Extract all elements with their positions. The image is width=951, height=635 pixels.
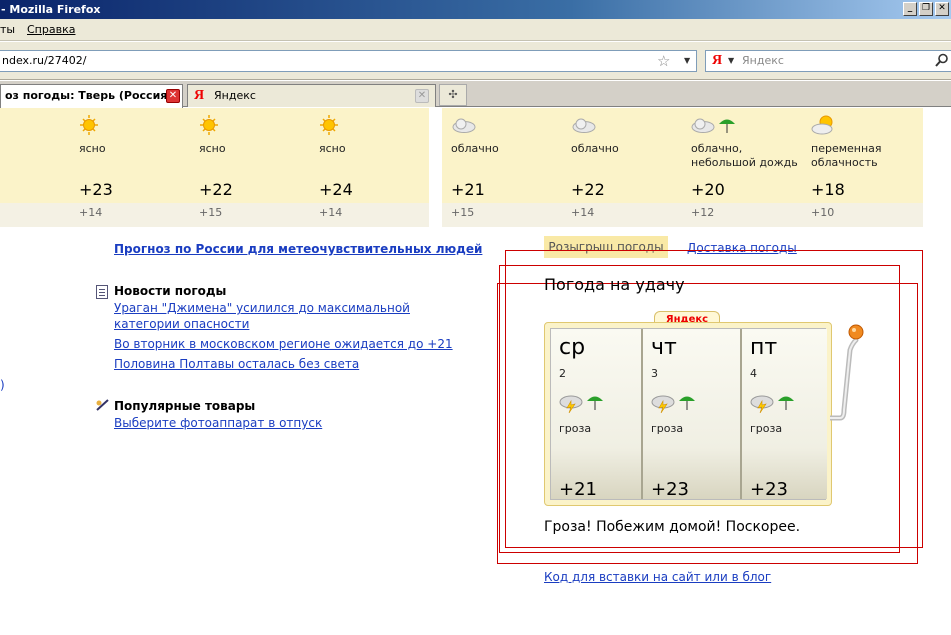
reel-day: чт bbox=[651, 335, 677, 360]
news-link[interactable]: Половина Полтавы осталась без света bbox=[114, 356, 359, 372]
forecast-night-temp: +15 bbox=[199, 206, 223, 219]
search-input[interactable]: Яндекс bbox=[742, 51, 784, 71]
forecast-day-temp: +23 bbox=[79, 180, 113, 199]
forecast-night-temp: +10 bbox=[811, 206, 835, 219]
forecast-day: облачно +22 +14 bbox=[571, 108, 691, 227]
tab-weather[interactable]: оз погоды: Тверь (Россия... ✕ bbox=[0, 84, 183, 108]
tab-yandex[interactable]: Я Яндекс ✕ bbox=[187, 84, 436, 107]
pen-icon bbox=[96, 399, 109, 411]
forecast-day-temp: +18 bbox=[811, 180, 845, 199]
forecast-day-temp: +20 bbox=[691, 180, 725, 199]
forecast-night-temp: +15 bbox=[451, 206, 475, 219]
thunderstorm-icon bbox=[651, 395, 695, 413]
close-button[interactable]: ✕ bbox=[935, 2, 949, 16]
tab-bar: оз погоды: Тверь (Россия... ✕ Я Яндекс ✕… bbox=[0, 81, 951, 108]
cloud-icon bbox=[452, 118, 476, 133]
slot-lever-handle[interactable] bbox=[830, 320, 890, 430]
reel-day: пт bbox=[750, 335, 778, 360]
sun-icon bbox=[80, 115, 98, 135]
close-tab-icon[interactable]: ✕ bbox=[166, 89, 180, 103]
minimize-button[interactable]: _ bbox=[903, 2, 917, 16]
products-link[interactable]: Выберите фотоаппарат в отпуск bbox=[114, 415, 322, 431]
url-dropdown-icon[interactable]: ▼ bbox=[684, 51, 690, 71]
forecast-condition: переменная облачность bbox=[811, 142, 882, 169]
url-text: ndex.ru/27402/ bbox=[2, 54, 87, 67]
thunderstorm-icon bbox=[559, 395, 603, 413]
window-titlebar: - Mozilla Firefox _ ❐ ✕ bbox=[0, 0, 951, 19]
forecast-night-temp: +14 bbox=[79, 206, 103, 219]
slot-reel: ср 2 гроза +21 bbox=[551, 329, 643, 500]
forecast-day-temp: +24 bbox=[319, 180, 353, 199]
reel-date: 2 bbox=[559, 367, 566, 380]
reel-date: 3 bbox=[651, 367, 658, 380]
cloud-icon bbox=[572, 118, 596, 133]
reel-condition: гроза bbox=[559, 422, 592, 435]
forecast-condition: облачно, небольшой дождь bbox=[691, 142, 798, 169]
forecast-condition: ясно bbox=[199, 142, 226, 155]
sun-icon bbox=[320, 115, 338, 135]
reel-temp: +23 bbox=[750, 479, 788, 500]
cloud-umbrella-icon bbox=[691, 118, 735, 133]
slot-reel: чт 3 гроза +23 bbox=[643, 329, 742, 500]
search-icon[interactable] bbox=[935, 53, 949, 67]
forecast-day: переменная облачность +18 +10 bbox=[811, 108, 931, 227]
yandex-logo-icon[interactable]: Я bbox=[708, 52, 726, 70]
reel-condition: гроза bbox=[651, 422, 684, 435]
new-tab-button[interactable]: ✣ bbox=[439, 84, 467, 106]
navigation-toolbar: ndex.ru/27402/ ☆ ▼ Я ▼ Яндекс bbox=[0, 42, 951, 80]
forecast-condition: ясно bbox=[79, 142, 106, 155]
forecast-day: ясно +23 +14 bbox=[79, 108, 199, 227]
reel-temp: +21 bbox=[559, 479, 597, 500]
tab-label: Яндекс bbox=[214, 89, 256, 102]
slot-machine[interactable]: ср 2 гроза +21 чт 3 гроза +23 пт 4 гроза… bbox=[544, 322, 832, 506]
forecast-panel-right: облачно +21 +15 облачно +22 +14 облачно,… bbox=[442, 108, 923, 227]
forecast-day-temp: +22 bbox=[199, 180, 233, 199]
forecast-day-temp: +21 bbox=[451, 180, 485, 199]
tab-label: оз погоды: Тверь (Россия... bbox=[5, 89, 180, 102]
products-title: Популярные товары bbox=[114, 399, 256, 413]
menu-help[interactable]: Справка bbox=[27, 19, 75, 41]
forecast-day: ясно +22 +15 bbox=[199, 108, 319, 227]
thunderstorm-icon bbox=[750, 395, 794, 413]
forecast-condition: ясно bbox=[319, 142, 346, 155]
forecast-panel-left: ясно +23 +14 ясно +22 +15 ясно +24 +14 bbox=[0, 108, 429, 227]
forecast-night-temp: +14 bbox=[319, 206, 343, 219]
forecast-day: облачно, небольшой дождь +20 +12 bbox=[691, 108, 811, 227]
forecast-night-temp: +14 bbox=[571, 206, 595, 219]
luck-message: Гроза! Побежим домой! Поскорее. bbox=[544, 519, 801, 535]
partly-cloudy-icon bbox=[811, 115, 833, 135]
russia-forecast-link[interactable]: Прогноз по России для метеочувствительны… bbox=[114, 242, 482, 256]
news-link[interactable]: Ураган "Джимена" усилился до максимально… bbox=[114, 300, 474, 332]
reel-date: 4 bbox=[750, 367, 757, 380]
forecast-condition: облачно bbox=[571, 142, 619, 155]
luck-title: Погода на удачу bbox=[544, 275, 685, 294]
reel-day: ср bbox=[559, 335, 586, 360]
sun-icon bbox=[200, 115, 218, 135]
embed-code-link[interactable]: Код для вставки на сайт или в блог bbox=[544, 570, 771, 584]
news-link[interactable]: Во вторник в московском регионе ожидаетс… bbox=[114, 336, 453, 352]
close-tab-icon[interactable]: ✕ bbox=[415, 89, 429, 103]
menu-tools[interactable]: ты bbox=[0, 19, 15, 41]
window-title: - Mozilla Firefox bbox=[1, 3, 101, 16]
search-engine-dropdown-icon[interactable]: ▼ bbox=[728, 51, 734, 71]
page-content: ясно +23 +14 ясно +22 +15 ясно +24 +14 о… bbox=[0, 108, 951, 635]
reel-condition: гроза bbox=[750, 422, 783, 435]
forecast-day: облачно +21 +15 bbox=[451, 108, 571, 227]
forecast-day: ясно +24 +14 bbox=[319, 108, 439, 227]
menubar: ты Справка bbox=[0, 19, 951, 41]
reel-temp: +23 bbox=[651, 479, 689, 500]
slot-reels: ср 2 гроза +21 чт 3 гроза +23 пт 4 гроза… bbox=[550, 328, 827, 500]
forecast-day-temp: +22 bbox=[571, 180, 605, 199]
url-bar[interactable]: ndex.ru/27402/ ☆ ▼ bbox=[0, 50, 697, 72]
search-bar[interactable]: Я ▼ Яндекс bbox=[705, 50, 951, 72]
forecast-condition: облачно bbox=[451, 142, 499, 155]
news-title: Новости погоды bbox=[114, 284, 227, 298]
edge-link[interactable]: ) bbox=[0, 378, 5, 392]
document-icon bbox=[96, 285, 108, 299]
yandex-favicon-icon: Я bbox=[194, 88, 205, 103]
bookmark-star-icon[interactable]: ☆ bbox=[657, 53, 670, 69]
forecast-night-temp: +12 bbox=[691, 206, 715, 219]
restore-button[interactable]: ❐ bbox=[919, 2, 933, 16]
slot-reel: пт 4 гроза +23 bbox=[742, 329, 827, 500]
